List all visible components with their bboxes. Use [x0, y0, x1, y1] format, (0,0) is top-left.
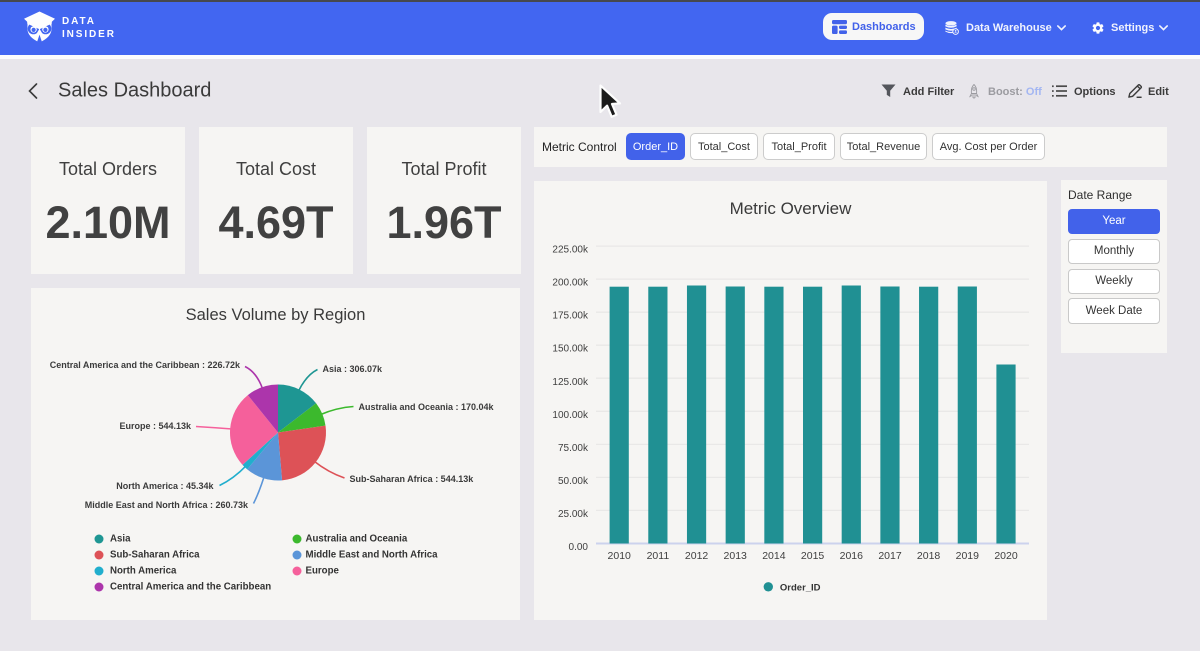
svg-text:Order_ID: Order_ID — [780, 582, 821, 593]
svg-text:0.00: 0.00 — [569, 542, 589, 553]
svg-text:50.00k: 50.00k — [558, 476, 589, 487]
svg-text:2018: 2018 — [917, 550, 941, 562]
svg-text:2020: 2020 — [994, 550, 1018, 562]
svg-text:150.00k: 150.00k — [552, 344, 589, 355]
svg-text:2011: 2011 — [647, 550, 670, 562]
svg-text:2016: 2016 — [840, 550, 864, 562]
svg-text:75.00k: 75.00k — [558, 443, 589, 454]
svg-text:100.00k: 100.00k — [552, 410, 589, 421]
svg-text:175.00k: 175.00k — [552, 311, 589, 322]
svg-text:2010: 2010 — [608, 550, 632, 562]
svg-text:125.00k: 125.00k — [552, 377, 589, 388]
svg-text:2013: 2013 — [724, 550, 748, 562]
svg-text:225.00k: 225.00k — [552, 245, 589, 256]
svg-text:25.00k: 25.00k — [558, 509, 589, 520]
svg-text:200.00k: 200.00k — [552, 278, 589, 289]
svg-text:2017: 2017 — [878, 550, 902, 562]
svg-text:2019: 2019 — [956, 550, 980, 562]
svg-text:2012: 2012 — [685, 550, 709, 562]
svg-text:2014: 2014 — [762, 550, 786, 562]
svg-text:2015: 2015 — [801, 550, 825, 562]
